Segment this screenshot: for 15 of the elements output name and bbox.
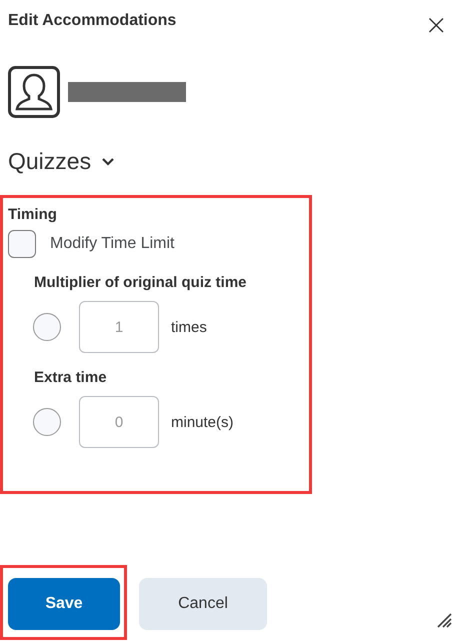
user-avatar-icon [8, 66, 60, 118]
checkbox[interactable] [8, 230, 36, 258]
close-button[interactable]: × [420, 12, 452, 38]
cancel-button[interactable]: Cancel [139, 578, 267, 630]
unit-label: times [171, 318, 207, 336]
resize-grip-icon[interactable] [436, 612, 452, 628]
option-label: Multiplier of original quiz time [34, 274, 248, 291]
option-label: Extra time [34, 369, 108, 386]
section-toggle[interactable]: Quizzes [8, 148, 116, 175]
chevron-down-icon [101, 156, 116, 166]
checkbox-label: Modify Time Limit [50, 235, 174, 253]
dialog-title: Edit Accommodations [8, 12, 176, 30]
save-button[interactable]: Save [8, 578, 120, 630]
unit-label: minute(s) [171, 414, 234, 430]
section-heading: Timing [8, 206, 58, 223]
